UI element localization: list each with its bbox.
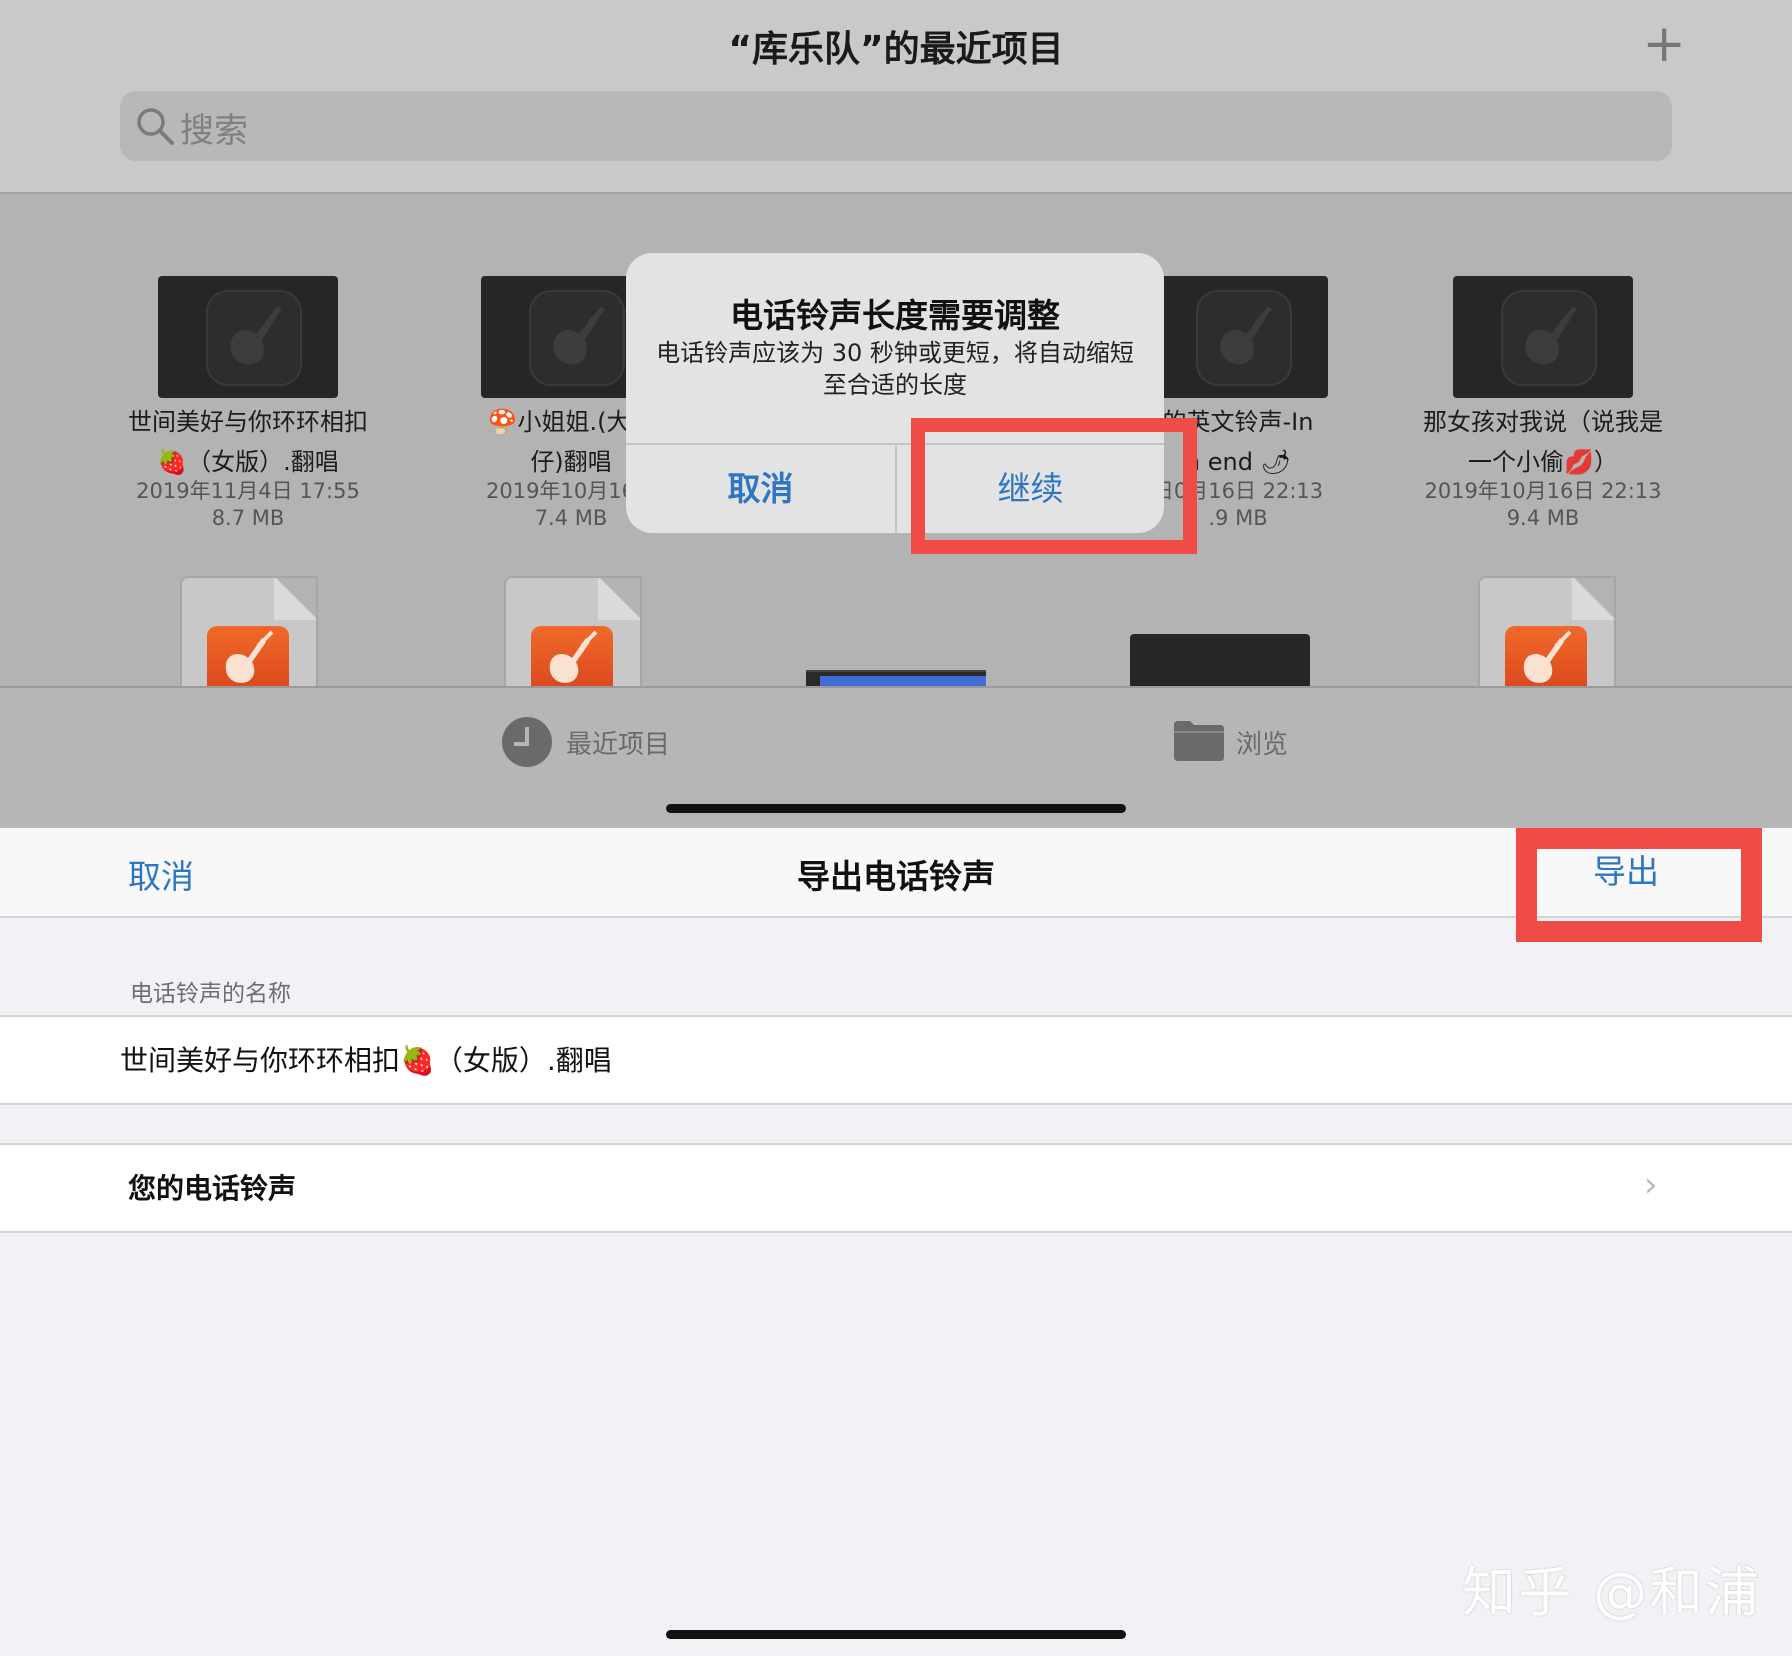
guitar-icon [1523, 630, 1572, 683]
guitar-icon [230, 306, 282, 365]
watermark: 知乎 @和浦 [1462, 1561, 1762, 1624]
guitar-icon [553, 306, 605, 365]
garageband-file-icon[interactable] [1478, 576, 1616, 690]
file-item[interactable]: 那女孩对我说（说我是 一个小偷💋） 2019年10月16日 22:13 9.4 … [1398, 276, 1688, 532]
file-size: 9.4 MB [1506, 506, 1580, 530]
file-name: 🍓（女版）.翻唱 [157, 448, 339, 476]
file-size: 8.7 MB [211, 506, 285, 530]
alert-message: 电话铃声应该为 30 秒钟或更短，将自动缩短至合适的长度 [656, 339, 1134, 399]
tab-browse[interactable]: 浏览 [1236, 724, 1288, 761]
highlight-box [1516, 828, 1762, 942]
tab-bar: 最近项目 浏览 [0, 686, 1792, 828]
guitar-icon [1525, 306, 1577, 365]
guitar-icon [225, 630, 274, 683]
section-label: 电话铃声的名称 [130, 981, 291, 1007]
picker-header: “库乐队”的最近项目 + 搜索 [0, 0, 1792, 194]
ringtone-name-field[interactable]: 世间美好与你环环相扣🍓（女版）.翻唱 [120, 1039, 612, 1079]
guitar-icon [549, 630, 598, 683]
file-date: 2019年10月16日 22:13 [1424, 479, 1662, 503]
search-field[interactable]: 搜索 [120, 91, 1672, 161]
file-name: 一个小偷💋） [1468, 448, 1618, 476]
garageband-thumbnail[interactable] [1130, 634, 1310, 686]
file-item[interactable]: 世间美好与你环环相扣 🍓（女版）.翻唱 2019年11月4日 17:55 8.7… [103, 276, 393, 532]
highlight-box [911, 418, 1197, 554]
guitar-icon [1220, 306, 1272, 365]
garageband-file-icon[interactable] [504, 576, 642, 690]
picker-title: “库乐队”的最近项目 [728, 29, 1064, 70]
search-placeholder: 搜索 [180, 111, 248, 151]
garageband-thumbnail [1148, 276, 1328, 398]
alert-title: 电话铃声长度需要调整 [730, 296, 1060, 335]
alert-cancel-button[interactable]: 取消 [626, 445, 895, 533]
file-name: 世间美好与你环环相扣 [128, 408, 368, 436]
clock-icon[interactable] [502, 717, 552, 767]
home-indicator [666, 1630, 1126, 1639]
file-name: 那女孩对我说（说我是 [1423, 408, 1663, 436]
your-ringtones-row[interactable]: 您的电话铃声 › [0, 1143, 1792, 1233]
garageband-thumbnail [1453, 276, 1633, 398]
home-indicator [666, 804, 1126, 813]
tab-recent[interactable]: 最近项目 [566, 724, 670, 761]
file-date: 2019年11月4日 17:55 [136, 479, 360, 503]
garageband-file-icon[interactable] [180, 576, 318, 690]
folder-icon[interactable] [1174, 719, 1224, 761]
search-icon [137, 108, 174, 145]
garageband-thumbnail [158, 276, 338, 398]
chevron-right-icon: › [1644, 1165, 1658, 1205]
ringtone-name-row[interactable]: 世间美好与你环环相扣🍓（女版）.翻唱 [0, 1015, 1792, 1105]
your-ringtones-label: 您的电话铃声 [128, 1172, 297, 1205]
add-icon[interactable]: + [1642, 18, 1686, 70]
